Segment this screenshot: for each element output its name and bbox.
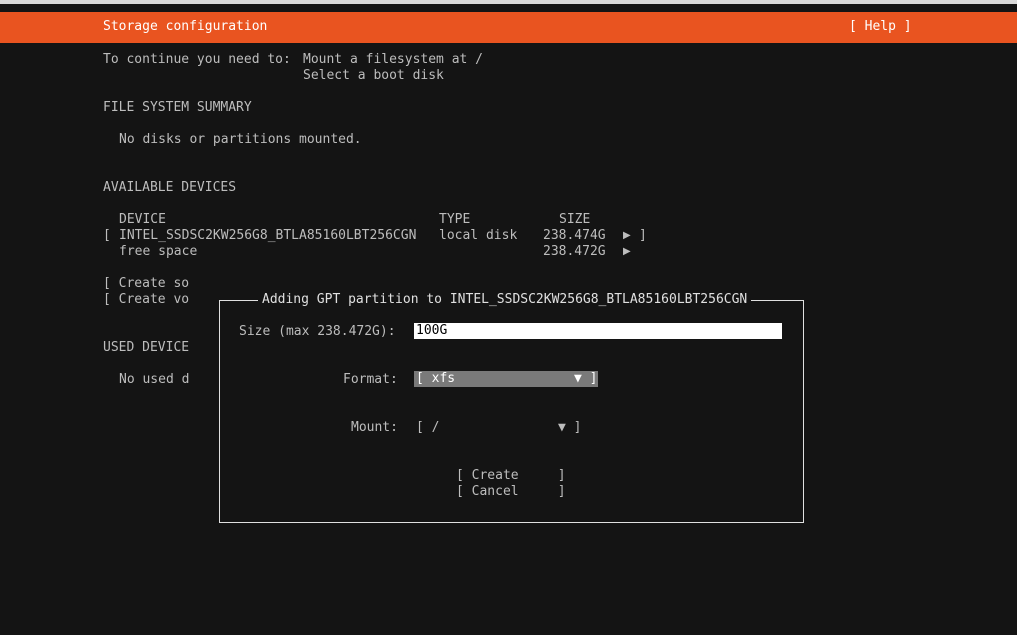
- row-bracket-open: [: [103, 228, 111, 243]
- help-button[interactable]: [ Help ]: [849, 19, 912, 34]
- size-label: Size (max 238.472G):: [239, 324, 396, 339]
- dialog-title: Adding GPT partition to INTEL_SSDSC2KW25…: [258, 292, 752, 308]
- row-bracket-close: ]: [639, 228, 647, 243]
- used-devices-empty: No used d: [119, 372, 190, 387]
- column-header-type: TYPE: [439, 212, 471, 227]
- format-select[interactable]: [ xfs ▼ ]: [414, 371, 598, 387]
- column-header-device: DEVICE: [119, 212, 166, 227]
- free-space-size: 238.472G: [543, 244, 606, 259]
- device-name: INTEL_SSDSC2KW256G8_BTLA85160LBT256CGN: [119, 228, 417, 243]
- free-space-menu-arrow-icon[interactable]: ▶: [623, 244, 631, 260]
- window-top-strip: [0, 0, 1017, 4]
- create-software-raid-button[interactable]: [ Create so: [103, 276, 189, 292]
- title-bar: Storage configuration [ Help ]: [0, 12, 1017, 43]
- size-input[interactable]: 100G: [414, 323, 782, 339]
- device-type: local disk: [439, 228, 518, 243]
- requirement-item-boot: Select a boot disk: [303, 68, 444, 83]
- page-title: Storage configuration: [103, 19, 268, 34]
- available-devices-heading: AVAILABLE DEVICES: [103, 180, 237, 195]
- format-value: [ xfs: [416, 371, 456, 386]
- used-devices-heading: USED DEVICE: [103, 340, 190, 355]
- format-label: Format:: [343, 372, 398, 387]
- create-button[interactable]: [ Create ]: [456, 468, 566, 484]
- column-header-size: SIZE: [559, 212, 591, 227]
- mount-dropdown-arrow-icon: ▼ ]: [558, 420, 582, 435]
- device-size: 238.474G: [543, 228, 606, 243]
- requirement-item-mount: Mount a filesystem at /: [303, 52, 484, 67]
- free-space-label: free space: [119, 244, 198, 259]
- fs-summary-empty: No disks or partitions mounted.: [119, 132, 362, 147]
- cancel-button[interactable]: [ Cancel ]: [456, 484, 566, 500]
- mount-value: [ /: [416, 420, 440, 435]
- device-menu-arrow-icon[interactable]: ▶: [623, 228, 631, 244]
- fs-summary-heading: FILE SYSTEM SUMMARY: [103, 100, 252, 115]
- format-dropdown-arrow-icon: ▼ ]: [574, 371, 598, 386]
- mount-label: Mount:: [351, 420, 398, 435]
- requirements-prefix: To continue you need to:: [103, 52, 291, 67]
- create-volume-group-button[interactable]: [ Create vo: [103, 292, 189, 308]
